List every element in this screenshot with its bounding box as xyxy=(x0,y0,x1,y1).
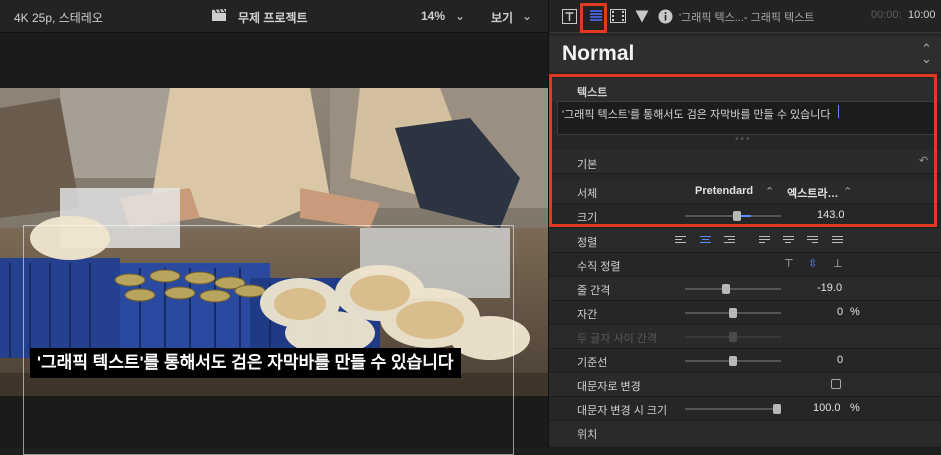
zoom-menu[interactable]: 14% xyxy=(421,9,445,23)
view-menu[interactable]: 보기 xyxy=(491,9,513,26)
inspector-toolbar: '그래픽 텍스...- 그래픽 텍스트 00:00: 10:00 xyxy=(549,0,941,33)
justify-center-icon[interactable] xyxy=(783,236,794,245)
baseline-row: 기준선 0 xyxy=(549,349,941,373)
tracking-value[interactable]: 0 xyxy=(837,306,843,318)
highlight-box-tab xyxy=(580,3,607,33)
filter-inspector-icon[interactable] xyxy=(633,7,651,25)
vertical-alignment-label: 수직 정렬 xyxy=(577,261,621,273)
all-caps-size-row: 대문자 변경 시 크기 100.0 % xyxy=(549,397,941,421)
subtitle-bar[interactable]: '그래픽 텍스트'를 통해서도 검은 자막바를 만들 수 있습니다 xyxy=(30,348,461,378)
line-spacing-slider[interactable] xyxy=(685,288,781,290)
baseline-knob[interactable] xyxy=(729,356,737,366)
kerning-label: 두 글자 사이 간격 xyxy=(577,333,658,345)
viewer-toolbar: 4K 25p, 스테레오 무제 프로젝트 14% ⌄ 보기 ⌄ xyxy=(0,0,548,33)
position-row[interactable]: 위치 xyxy=(549,421,941,448)
align-right-icon[interactable] xyxy=(724,236,735,245)
chevron-updown-icon[interactable]: ⌃ ⌄ xyxy=(921,42,932,65)
tracking-unit: % xyxy=(850,306,860,318)
justify-full-icon[interactable] xyxy=(832,236,843,245)
tracking-knob[interactable] xyxy=(729,308,737,318)
all-caps-checkbox[interactable] xyxy=(831,379,841,389)
title-safe-guide xyxy=(23,225,514,455)
line-spacing-label: 줄 간격 xyxy=(577,285,611,297)
all-caps-size-unit: % xyxy=(850,402,860,414)
all-caps-size-value[interactable]: 100.0 xyxy=(813,402,841,414)
align-center-icon[interactable] xyxy=(700,236,711,245)
project-title: 무제 프로젝트 xyxy=(238,11,308,25)
line-spacing-knob[interactable] xyxy=(721,284,730,294)
justify-left-icon[interactable] xyxy=(759,236,770,245)
align-bottom-icon[interactable]: ⊥ xyxy=(833,257,843,270)
viewer: 4K 25p, 스테레오 무제 프로젝트 14% ⌄ 보기 ⌄ '그래픽 텍스트… xyxy=(0,0,548,455)
position-label: 위치 xyxy=(577,429,598,441)
all-caps-label: 대문자로 변경 xyxy=(577,381,641,393)
align-left-icon[interactable] xyxy=(675,236,686,245)
all-caps-size-label: 대문자 변경 시 크기 xyxy=(577,405,668,417)
timecode: 10:00 xyxy=(908,9,936,21)
alignment-label: 정렬 xyxy=(577,237,598,249)
video-inspector-icon[interactable] xyxy=(609,7,627,25)
kerning-knob xyxy=(729,332,737,342)
kerning-row: 두 글자 사이 간격 xyxy=(549,325,941,349)
align-top-icon[interactable]: ⊤ xyxy=(784,257,794,270)
vertical-alignment-row: 수직 정렬 ⊤ ⇳ ⊥ xyxy=(549,253,941,277)
chevron-down-icon[interactable]: ⌄ xyxy=(455,9,465,23)
format-label: 4K 25p, 스테레오 xyxy=(14,11,103,25)
tracking-label: 자간 xyxy=(577,309,598,321)
all-caps-row: 대문자로 변경 xyxy=(549,373,941,397)
justify-right-icon[interactable] xyxy=(807,236,818,245)
all-caps-size-knob[interactable] xyxy=(773,404,781,414)
tracking-row: 자간 0 % xyxy=(549,301,941,325)
baseline-value[interactable]: 0 xyxy=(837,354,843,366)
align-middle-icon[interactable]: ⇳ xyxy=(808,257,817,270)
timecode-dim: 00:00: xyxy=(871,9,902,21)
text-inspector-icon[interactable] xyxy=(560,7,578,25)
baseline-label: 기준선 xyxy=(577,357,608,369)
chevron-down-icon[interactable]: ⌄ xyxy=(522,9,532,23)
all-caps-size-slider[interactable] xyxy=(685,408,781,410)
highlight-box-text-section xyxy=(549,74,937,227)
clapperboard-icon xyxy=(211,8,227,25)
inspector-title: '그래픽 텍스...- 그래픽 텍스트 xyxy=(679,12,815,24)
info-icon[interactable] xyxy=(656,7,674,25)
style-name[interactable]: Normal xyxy=(562,42,634,66)
line-spacing-row: 줄 간격 -19.0 xyxy=(549,277,941,301)
alignment-row: 정렬 xyxy=(549,229,941,253)
line-spacing-value[interactable]: -19.0 xyxy=(817,282,842,294)
